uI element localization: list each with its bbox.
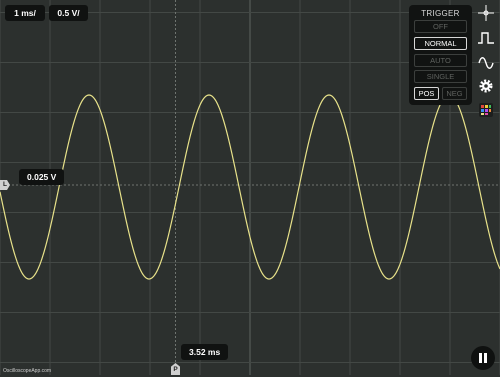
trigger-title: TRIGGER xyxy=(421,9,460,18)
trigger-auto-button[interactable]: AUTO xyxy=(414,54,467,67)
sine-wave-icon[interactable] xyxy=(478,55,494,71)
trigger-time-readout: 3.52 ms xyxy=(181,344,229,360)
trigger-single-button[interactable]: SINGLE xyxy=(414,70,467,83)
pulse-trigger-icon[interactable] xyxy=(478,30,494,46)
watermark: OscilloscopeApp.com xyxy=(3,368,52,374)
pause-button[interactable] xyxy=(471,346,495,370)
trigger-neg-slope-button[interactable]: NEG xyxy=(442,87,467,100)
volts-scale[interactable]: 0.5 V/ xyxy=(49,5,88,21)
trigger-pos-slope-button[interactable]: POS xyxy=(414,87,439,100)
crosshair-icon[interactable] xyxy=(478,5,494,21)
timebase-scale[interactable]: 1 ms/ xyxy=(5,5,45,21)
pause-icon xyxy=(479,353,482,363)
palette-icon[interactable] xyxy=(478,102,494,118)
trigger-normal-button[interactable]: NORMAL xyxy=(414,37,467,50)
gear-icon[interactable] xyxy=(478,78,494,94)
trigger-level-readout: 0.025 V xyxy=(19,169,65,185)
trigger-off-button[interactable]: OFF xyxy=(414,20,467,33)
trigger-panel: TRIGGER OFF NORMAL AUTO SINGLE POS NEG xyxy=(409,5,472,105)
